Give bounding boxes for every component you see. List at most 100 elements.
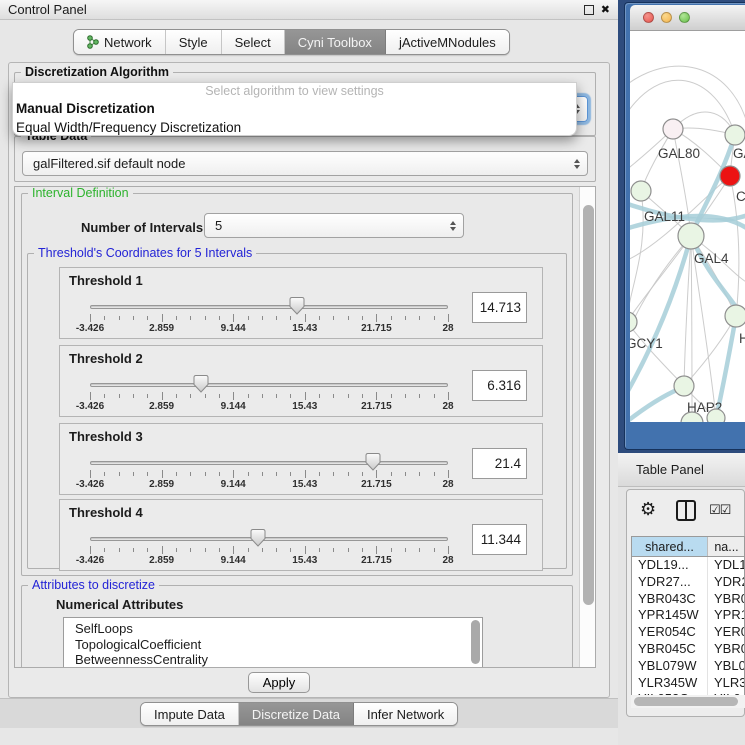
threshold-value-field[interactable]: 14.713 (472, 292, 527, 323)
threshold-value-field[interactable]: 21.4 (472, 448, 527, 479)
table-row[interactable]: YPR145WYPR1 (632, 607, 744, 624)
tab-infer-network[interactable]: Infer Network (354, 703, 457, 725)
algorithm-group-title: Discretization Algorithm (21, 65, 173, 79)
network-canvas[interactable]: GAL80GACGAL11GAL4GCY1HHAP2 (630, 31, 745, 422)
number-of-intervals-combo[interactable]: 5 (204, 213, 464, 238)
table-cell[interactable]: YBR0 (708, 591, 745, 608)
table-cell[interactable]: YER054C (632, 624, 708, 641)
dropdown-hint: Select algorithm to view settings (13, 83, 576, 99)
network-node[interactable] (725, 125, 745, 145)
table-cell[interactable]: YPR145W (632, 607, 708, 624)
control-panel-titlebar: Control Panel ✖ (0, 0, 618, 20)
zoom-traffic-light-icon[interactable] (679, 12, 690, 23)
attribute-list-item[interactable]: SelfLoops (64, 621, 482, 637)
table-row[interactable]: YBL079WYBL0 (632, 658, 744, 675)
network-window-titlebar[interactable] (630, 5, 745, 31)
table-row[interactable]: YDR27...YDR2 (632, 574, 744, 591)
settings-vscrollbar-thumb[interactable] (583, 205, 594, 605)
checkbox-selection-icon[interactable]: ☑☑ (709, 503, 730, 518)
network-node[interactable] (720, 166, 740, 186)
network-node[interactable] (707, 409, 725, 422)
threshold-slider-handle[interactable] (250, 528, 267, 552)
table-row[interactable]: YBR043CYBR0 (632, 591, 744, 608)
table-cell[interactable]: YDL1 (708, 557, 745, 574)
table-cell[interactable]: YER0 (708, 624, 745, 641)
network-node-label: C (736, 189, 745, 204)
node-attribute-table[interactable]: shared...na... YDL19...YDL1YDR27...YDR2Y… (631, 536, 745, 697)
control-panel-title: Control Panel (8, 2, 87, 17)
apply-button[interactable]: Apply (248, 672, 310, 693)
attributes-list[interactable]: SelfLoopsTopologicalCoefficientBetweenne… (63, 617, 483, 668)
table-cell[interactable]: YPR1 (708, 607, 745, 624)
tab-discretize-data[interactable]: Discretize Data (239, 703, 354, 725)
slider-ticks (90, 470, 448, 479)
table-row[interactable]: YER054CYER0 (632, 624, 744, 641)
network-node-label: H (739, 331, 745, 346)
network-node[interactable] (674, 376, 694, 396)
table-row[interactable]: YBR045CYBR0 (632, 641, 744, 658)
algorithm-option[interactable]: Manual Discretization (13, 99, 576, 118)
tab-impute-data[interactable]: Impute Data (141, 703, 239, 725)
threshold-slider-track[interactable] (90, 537, 448, 541)
threshold-slider-track[interactable] (90, 461, 448, 465)
number-of-intervals-label: Number of Intervals (81, 220, 203, 235)
threshold-slider-track[interactable] (90, 305, 448, 309)
attribute-list-item[interactable]: BetweennessCentrality (64, 652, 482, 668)
close-traffic-light-icon[interactable] (643, 12, 654, 23)
tab-cyni-toolbox[interactable]: Cyni Toolbox (285, 30, 386, 54)
table-column-header[interactable]: shared... (632, 537, 708, 556)
table-cell[interactable]: YLR345W (632, 675, 708, 692)
table-column-header[interactable]: na... (708, 537, 745, 556)
network-edge (691, 236, 742, 316)
network-node-label: GAL80 (658, 146, 700, 161)
threshold-slider-handle[interactable] (288, 296, 305, 320)
table-cell[interactable]: YBL0 (708, 658, 745, 675)
table-header: shared...na... (632, 537, 744, 557)
table-row[interactable]: YLR345WYLR3 (632, 675, 744, 692)
tab-network[interactable]: Network (74, 30, 166, 54)
network-node[interactable] (725, 305, 745, 327)
threshold-slider-handle[interactable] (192, 374, 209, 398)
network-node[interactable] (631, 181, 651, 201)
table-cell[interactable]: YDR27... (632, 574, 708, 591)
slider-ticks (90, 392, 448, 401)
network-graph: GAL80GACGAL11GAL4GCY1HHAP2 (630, 31, 745, 422)
table-cell[interactable]: YBR0 (708, 641, 745, 658)
float-window-icon[interactable] (584, 5, 594, 15)
slider-ticks (90, 314, 448, 323)
network-node[interactable] (663, 119, 683, 139)
table-cell[interactable]: YDR2 (708, 574, 745, 591)
attributes-list-scrollbar[interactable] (471, 620, 480, 664)
table-cell[interactable]: YBR043C (632, 591, 708, 608)
table-cell[interactable]: YDL19... (632, 557, 708, 574)
tab-jactivemnodules[interactable]: jActiveMNodules (386, 30, 509, 54)
tab-select[interactable]: Select (222, 30, 285, 54)
network-node-label: GAL4 (694, 251, 729, 266)
threshold-label: Threshold 1 (69, 273, 143, 288)
table-hscrollbar-thumb[interactable] (634, 697, 738, 706)
tab-style[interactable]: Style (166, 30, 222, 54)
minimize-traffic-light-icon[interactable] (661, 12, 672, 23)
table-cell[interactable]: YBL079W (632, 658, 708, 675)
interval-definition-title: Interval Definition (28, 186, 133, 200)
close-icon[interactable]: ✖ (601, 5, 610, 15)
application-window: GAL80GACGAL11GAL4GCY1HHAP2 Table Panel ⚙… (0, 0, 745, 745)
algorithm-option[interactable]: Equal Width/Frequency Discretization (13, 118, 576, 136)
threshold-slider-track[interactable] (90, 383, 448, 387)
table-data-combo[interactable]: galFiltered.sif default node (22, 151, 588, 176)
gear-icon[interactable]: ⚙ (640, 499, 656, 520)
tab-label: Style (179, 35, 208, 50)
columns-icon[interactable] (676, 500, 696, 521)
table-cell[interactable]: YBR045C (632, 641, 708, 658)
settings-vscrollbar-track[interactable] (579, 187, 596, 667)
thresholds-group-title: Threshold's Coordinates for 5 Intervals (34, 246, 256, 260)
threshold-panel: Threshold 3-3.4262.8599.14415.4321.71528… (59, 423, 543, 495)
network-node[interactable] (678, 223, 704, 249)
attribute-list-item[interactable]: TopologicalCoefficient (64, 637, 482, 653)
threshold-value-field[interactable]: 11.344 (472, 524, 527, 555)
threshold-slider-handle[interactable] (364, 452, 381, 476)
threshold-value-field[interactable]: 6.316 (472, 370, 527, 401)
table-cell[interactable]: YLR3 (708, 675, 745, 692)
combo-arrows-icon (450, 221, 456, 231)
table-row[interactable]: YDL19...YDL1 (632, 557, 744, 574)
